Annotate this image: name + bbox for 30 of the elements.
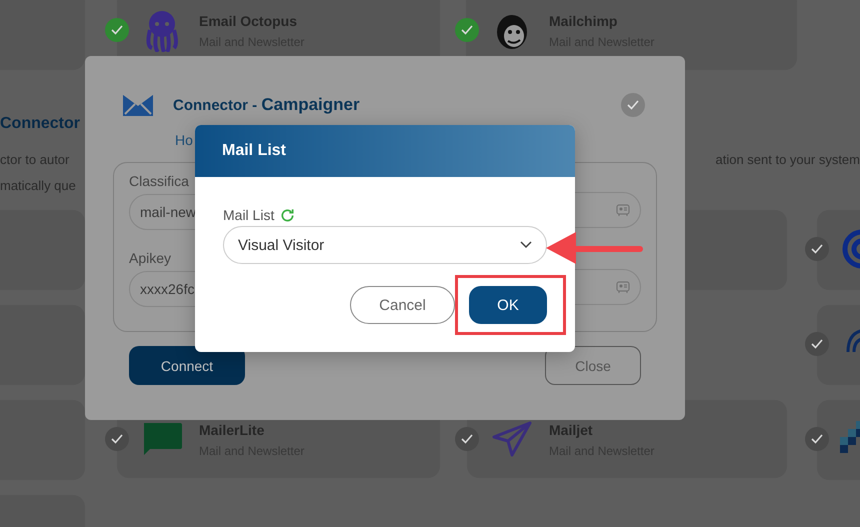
id-card-icon: [616, 280, 630, 294]
paper-plane-icon: [492, 422, 532, 456]
rings-icon: [842, 230, 860, 268]
connect-button[interactable]: Connect: [129, 346, 245, 385]
mail-list-dropdown[interactable]: Visual Visitor: [223, 226, 547, 264]
checkmark-icon: [111, 25, 123, 35]
octopus-icon: [146, 11, 178, 52]
checkmark-icon: [461, 434, 473, 444]
signal-icon: [846, 328, 860, 354]
field-label: Apikey: [129, 250, 172, 266]
id-card-icon: [616, 204, 630, 216]
field-label: Mail List: [223, 207, 274, 223]
checkmark-icon: [811, 339, 823, 349]
checkmark-icon: [811, 434, 823, 444]
dialog-title: Mail List: [195, 125, 575, 177]
checkmark-icon: [461, 25, 473, 35]
squares-icon: [840, 421, 860, 453]
checkmark-icon: [111, 434, 123, 444]
envelope-icon: [121, 92, 155, 118]
connector-title: Connector - Campaigner: [173, 95, 360, 115]
speech-bubble-icon: [144, 423, 182, 455]
field-label: Classifica: [129, 173, 190, 189]
section-heading: Connector: [0, 115, 80, 133]
checkmark-icon: [627, 100, 639, 110]
monkey-icon: [497, 15, 527, 49]
refresh-icon[interactable]: [280, 208, 296, 222]
ok-button[interactable]: OK: [469, 286, 547, 324]
cancel-button[interactable]: Cancel: [350, 286, 455, 324]
chevron-down-icon: [520, 241, 532, 249]
checkmark-icon: [811, 244, 823, 254]
